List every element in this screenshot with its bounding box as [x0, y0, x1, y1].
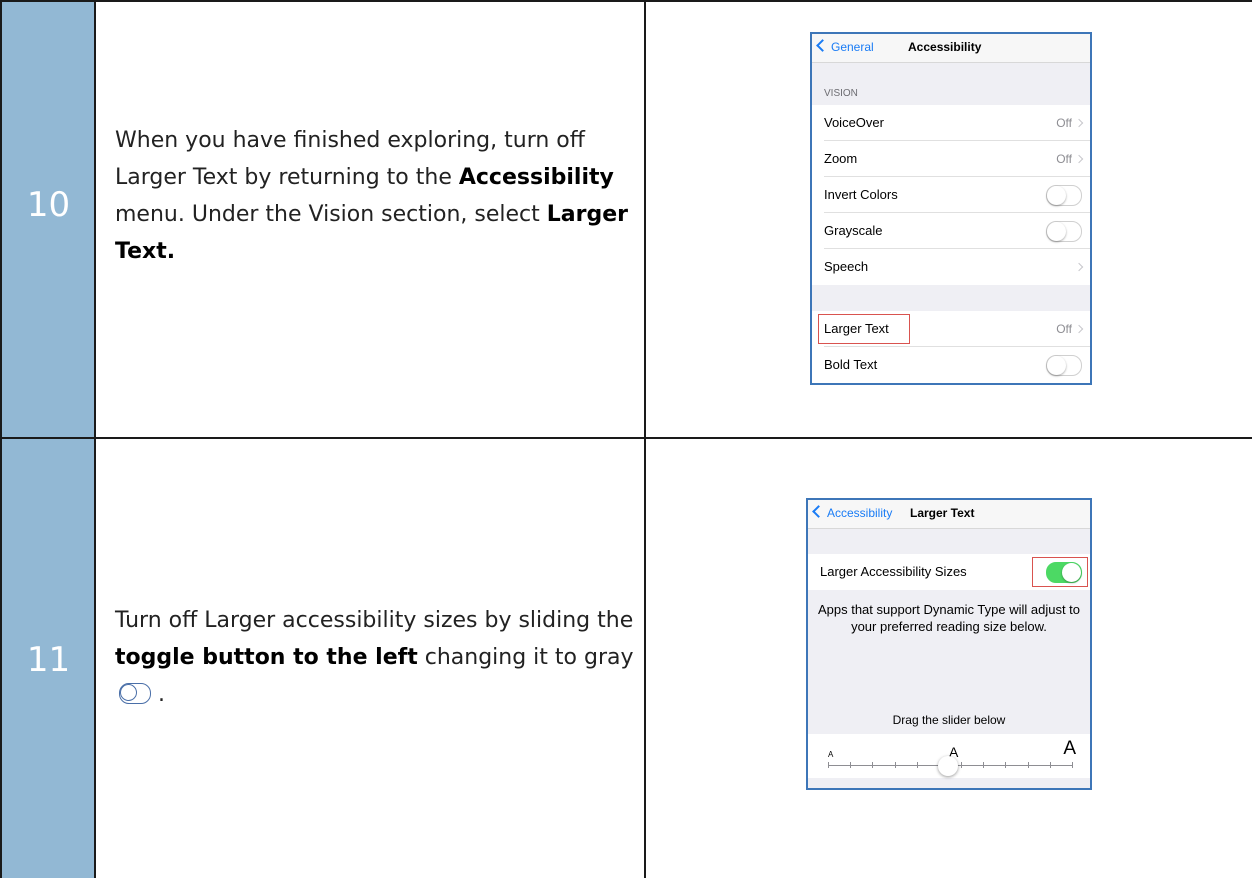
- setting-value: Off: [1056, 322, 1072, 336]
- large-a-label: A: [1063, 738, 1076, 759]
- nav-bar: Accessibility Larger Text: [808, 500, 1090, 529]
- instruction-text: Turn off Larger accessibility sizes by s…: [115, 608, 634, 633]
- step-number: 11: [26, 640, 71, 680]
- setting-label: Speech: [824, 259, 869, 274]
- table-border-top: [0, 0, 1252, 2]
- step-instruction: When you have finished exploring, turn o…: [115, 122, 635, 270]
- instruction-emphasis: Accessibility: [458, 165, 614, 190]
- vision-group: VoiceOver Off Zoom Off Invert Colors Gra…: [812, 105, 1090, 285]
- setting-value: Off: [1056, 152, 1072, 166]
- slider-tick: [872, 762, 874, 768]
- small-a-label: A: [828, 750, 834, 759]
- accessibility-screenshot: General Accessibility VISION VoiceOver O…: [810, 32, 1092, 385]
- grayscale-toggle[interactable]: [1046, 221, 1082, 242]
- slider-tick: [1072, 762, 1073, 768]
- slider-tick: [916, 762, 918, 768]
- setting-label: VoiceOver: [824, 115, 884, 130]
- slider-hint: Drag the slider below: [892, 713, 1006, 727]
- step-number: 10: [26, 185, 71, 225]
- slider-tick: [828, 762, 829, 768]
- bold-text-toggle[interactable]: [1046, 355, 1082, 376]
- table-row-divider: [0, 437, 1252, 439]
- table-column-divider: [644, 0, 646, 878]
- step-text-cell: When you have finished exploring, turn o…: [95, 0, 645, 438]
- larger-text-screenshot: Accessibility Larger Text Larger Accessi…: [806, 498, 1092, 790]
- dynamic-type-description: Apps that support Dynamic Type will adju…: [817, 602, 1081, 634]
- chevron-left-icon: [816, 39, 829, 52]
- slider-tick: [1005, 762, 1007, 768]
- setting-row-zoom[interactable]: Zoom Off: [812, 141, 1090, 177]
- chevron-right-icon: [1074, 118, 1084, 128]
- nav-bar: General Accessibility: [812, 34, 1090, 63]
- setting-label: Larger Accessibility Sizes: [820, 564, 967, 579]
- back-label: General: [831, 40, 874, 54]
- setting-row-invert-colors: Invert Colors: [812, 177, 1090, 213]
- chevron-left-icon: [812, 505, 825, 518]
- larger-sizes-group: Larger Accessibility Sizes: [808, 554, 1090, 590]
- chevron-right-icon: [1074, 262, 1084, 272]
- step-text-cell: Turn off Larger accessibility sizes by s…: [95, 438, 645, 878]
- instruction-emphasis: toggle button to the left: [115, 645, 418, 670]
- instruction-text: changing it to gray: [417, 645, 634, 670]
- slider-tick: [961, 762, 963, 768]
- slider-tick: [983, 762, 985, 768]
- instruction-text: .: [151, 682, 165, 707]
- back-button[interactable]: General: [816, 39, 874, 54]
- back-button[interactable]: Accessibility: [812, 505, 893, 520]
- slider-thumb[interactable]: [938, 756, 958, 776]
- section-header-vision: VISION: [824, 88, 858, 99]
- slider-tick: [1049, 762, 1051, 768]
- slider-tick: [850, 762, 852, 768]
- instruction-text: menu. Under the Vision section, select: [115, 202, 547, 227]
- back-label: Accessibility: [827, 506, 893, 520]
- highlight-box: [818, 314, 910, 344]
- text-size-slider: A A A: [808, 734, 1090, 778]
- highlight-box: [1032, 557, 1088, 587]
- text-group: Larger Text Off Bold Text: [812, 311, 1090, 383]
- setting-value: Off: [1056, 116, 1072, 130]
- setting-row-bold-text: Bold Text: [812, 347, 1090, 383]
- setting-row-larger-text[interactable]: Larger Text Off: [812, 311, 1090, 347]
- nav-title: Accessibility: [908, 40, 982, 54]
- setting-label: Zoom: [824, 151, 858, 166]
- table-column-divider: [94, 0, 96, 878]
- invert-colors-toggle[interactable]: [1046, 185, 1082, 206]
- table-border-left: [0, 0, 2, 878]
- setting-label: Grayscale: [824, 223, 883, 238]
- setting-label: Invert Colors: [824, 187, 898, 202]
- setting-row-grayscale: Grayscale: [812, 213, 1090, 249]
- setting-row-larger-accessibility-sizes: Larger Accessibility Sizes: [808, 554, 1090, 590]
- chevron-right-icon: [1074, 324, 1084, 334]
- step-instruction: Turn off Larger accessibility sizes by s…: [115, 602, 635, 713]
- chevron-right-icon: [1074, 154, 1084, 164]
- slider-tick: [894, 762, 896, 768]
- step-number-cell: 10: [2, 0, 95, 438]
- slider-tick: [1027, 762, 1029, 768]
- nav-title: Larger Text: [910, 506, 975, 520]
- setting-row-voiceover[interactable]: VoiceOver Off: [812, 105, 1090, 141]
- setting-row-speech[interactable]: Speech: [812, 249, 1090, 285]
- toggle-off-icon: [119, 683, 151, 704]
- step-number-cell: 11: [2, 438, 95, 878]
- setting-label: Bold Text: [824, 357, 878, 372]
